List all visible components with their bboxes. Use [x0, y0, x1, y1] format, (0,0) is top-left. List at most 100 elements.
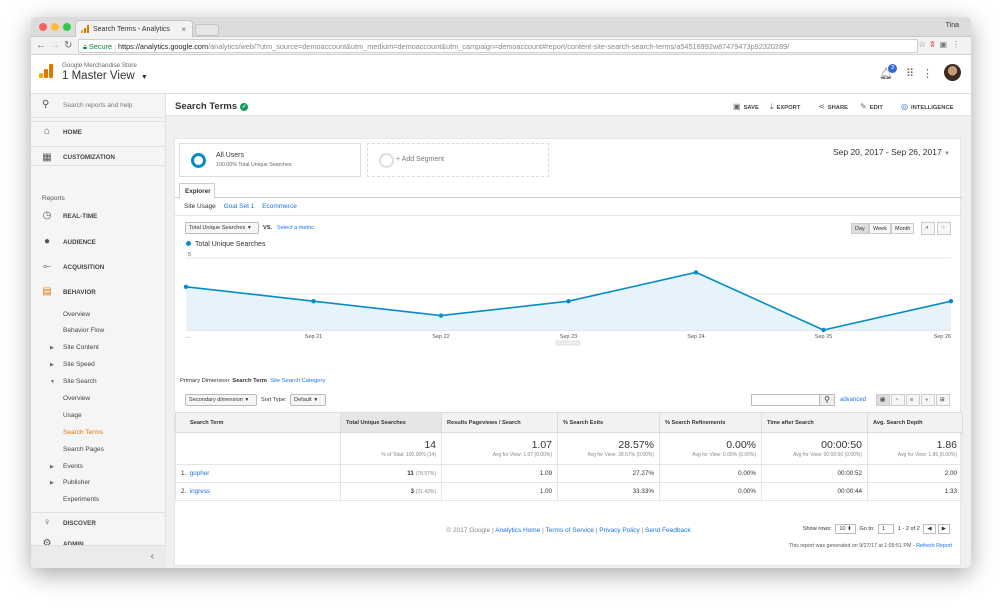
legend-dot-icon	[186, 241, 191, 246]
segment-all-users[interactable]: All Users 100.00% Total Unique Searches	[179, 143, 361, 177]
sidebar-item-realtime[interactable]: ◷ REAL-TIME	[31, 210, 166, 224]
notification-badge: 3	[888, 64, 897, 73]
week-button[interactable]: Week	[869, 223, 891, 234]
sidebar-item-ss-overview[interactable]: Overview	[63, 395, 90, 402]
close-tab-icon[interactable]: ×	[181, 25, 186, 34]
sidebar-item-search-pages[interactable]: Search Pages	[63, 446, 104, 453]
tab-ecommerce[interactable]: Ecommerce	[262, 203, 297, 210]
sidebar-item-behavior-flow[interactable]: Behavior Flow	[63, 327, 104, 334]
sidebar-item-behavior[interactable]: ▤ BEHAVIOR	[31, 286, 166, 300]
column-header[interactable]: Avg. Search Depth	[867, 412, 963, 433]
share-button[interactable]: ⋖ SHARE	[818, 102, 848, 111]
column-header[interactable]: Results Pageviews / Search	[441, 412, 558, 433]
sidebar-item-site-content[interactable]: Site Content	[63, 344, 99, 351]
sidebar-item-experiments[interactable]: Experiments	[63, 496, 99, 503]
export-button[interactable]: ⤓ EXPORT	[770, 102, 800, 112]
search-term-link[interactable]: ingress	[190, 488, 210, 495]
data-point	[438, 313, 444, 318]
add-segment-button[interactable]: + Add Segment	[367, 143, 549, 177]
collapse-sidebar-button[interactable]: ‹	[31, 545, 166, 568]
expand-caret-icon[interactable]: ▶	[50, 345, 54, 351]
maximize-window-button[interactable]	[63, 23, 71, 31]
account-name[interactable]: Google Merchandise Store	[62, 62, 137, 69]
expand-caret-icon[interactable]: ▶	[50, 464, 54, 470]
expand-caret-icon[interactable]: ▶	[50, 362, 54, 368]
avatar[interactable]	[944, 64, 961, 81]
add-segment-label: + Add Segment	[396, 156, 445, 163]
searches-value: 3	[410, 488, 414, 495]
browser-user[interactable]: Tina	[946, 22, 959, 29]
browser-extension-icons[interactable]: ☆ʬ▣⋮	[918, 40, 965, 49]
sort-type-select[interactable]: Default ▼	[290, 394, 326, 406]
page-title: Search Terms ✓	[175, 101, 249, 112]
day-button[interactable]: Day	[851, 223, 869, 234]
line-chart-icon[interactable]: ⩘	[921, 222, 935, 235]
column-header[interactable]: Total Unique Searches	[340, 412, 442, 433]
new-tab-button[interactable]	[195, 24, 219, 36]
tab-goal-set[interactable]: Goal Set 1	[224, 203, 255, 210]
send-feedback-link[interactable]: Send Feedback	[645, 527, 691, 534]
sidebar-item-acquisition[interactable]: ⟜ ACQUISITION	[31, 261, 166, 275]
google-analytics-logo[interactable]	[39, 64, 53, 78]
sidebar-search[interactable]: ⚲ Search reports and help	[31, 94, 166, 118]
pie-view-icon[interactable]: ◔	[891, 394, 905, 406]
terms-link[interactable]: Terms of Service	[546, 527, 594, 534]
analytics-home-link[interactable]: Analytics Home	[495, 527, 540, 534]
sidebar-item-audience[interactable]: ● AUDIENCE	[31, 236, 166, 250]
search-reports-input[interactable]: Search reports and help	[63, 102, 132, 109]
secondary-dimension-select[interactable]: Secondary dimension ▼	[185, 394, 257, 406]
sidebar-item-usage[interactable]: Usage	[63, 412, 82, 419]
motion-chart-icon[interactable]: ⁘	[937, 222, 951, 235]
advanced-link[interactable]: advanced	[840, 397, 866, 403]
save-button[interactable]: ▣ SAVE	[733, 102, 759, 111]
privacy-link[interactable]: Privacy Policy	[599, 527, 639, 534]
sidebar-item-overview[interactable]: Overview	[63, 311, 90, 318]
x-tick-label: ...	[186, 334, 191, 340]
minimize-window-button[interactable]	[51, 23, 59, 31]
search-icon[interactable]: ⚲	[819, 394, 835, 406]
pivot-view-icon[interactable]: ⊞	[936, 394, 950, 406]
sidebar-item-home[interactable]: ⌂ HOME	[31, 121, 166, 141]
tab-site-usage[interactable]: Site Usage	[184, 203, 216, 210]
column-header[interactable]: % Search Refinements	[659, 412, 762, 433]
month-button[interactable]: Month	[891, 223, 915, 234]
column-header[interactable]: Search Term	[175, 412, 341, 433]
home-icon: ⌂	[43, 126, 51, 137]
sidebar-item-site-speed[interactable]: Site Speed	[63, 361, 95, 368]
refresh-report-link[interactable]: Refresh Report	[916, 543, 952, 549]
sidebar-item-publisher[interactable]: Publisher	[63, 479, 90, 486]
dimension-site-search-category[interactable]: Site Search Category	[270, 378, 325, 384]
search-term-link[interactable]: gopher	[190, 470, 210, 477]
apps-grid-icon[interactable]: ⠿	[906, 67, 914, 80]
forward-icon[interactable]: →	[50, 40, 60, 51]
close-window-button[interactable]	[39, 23, 47, 31]
collapse-caret-icon[interactable]: ▼	[50, 379, 55, 385]
edit-button[interactable]: ✎ EDIT	[860, 102, 883, 111]
performance-view-icon[interactable]: ≡	[906, 394, 920, 406]
sidebar-item-search-terms[interactable]: Search Terms	[63, 429, 103, 436]
browser-tab[interactable]: Search Terms - Analytics ×	[75, 20, 193, 37]
sidebar-item-site-search[interactable]: Site Search	[63, 378, 97, 385]
intelligence-button[interactable]: ◎ INTELLIGENCE	[901, 102, 954, 111]
comparison-view-icon[interactable]: ⫟	[921, 394, 935, 406]
data-table-view-icon[interactable]: ▦	[876, 394, 890, 406]
more-options-icon[interactable]: ⋮	[922, 67, 933, 80]
lightbulb-icon: ♀	[43, 517, 51, 528]
back-icon[interactable]: ←	[36, 40, 46, 51]
tab-explorer[interactable]: Explorer	[179, 183, 215, 199]
select-metric-link[interactable]: Select a metric	[277, 225, 314, 231]
sidebar-item-events[interactable]: Events	[63, 463, 83, 470]
expand-caret-icon[interactable]: ▶	[50, 480, 54, 486]
sidebar-item-customization[interactable]: ▦ CUSTOMIZATION	[31, 146, 166, 166]
dimension-search-term[interactable]: Search Term	[232, 378, 267, 384]
reload-icon[interactable]: ↻	[64, 40, 72, 51]
address-input[interactable]: 🔒︎ Secure | https://analytics.google.com…	[78, 39, 918, 53]
metric-selector[interactable]: Total Unique Searches ▼	[185, 222, 259, 234]
data-table: Search Term Total Unique Searches Result…	[175, 412, 963, 501]
date-range-picker[interactable]: Sep 20, 2017 - Sep 26, 2017 ▼	[833, 147, 950, 157]
column-header[interactable]: Time after Search	[761, 412, 868, 433]
column-header[interactable]: % Search Exits	[557, 412, 660, 433]
date-range-text: Sep 20, 2017 - Sep 26, 2017	[832, 147, 942, 157]
sidebar-item-discover[interactable]: ♀ DISCOVER	[31, 512, 166, 534]
view-selector[interactable]: 1 Master View ▼	[62, 70, 148, 82]
